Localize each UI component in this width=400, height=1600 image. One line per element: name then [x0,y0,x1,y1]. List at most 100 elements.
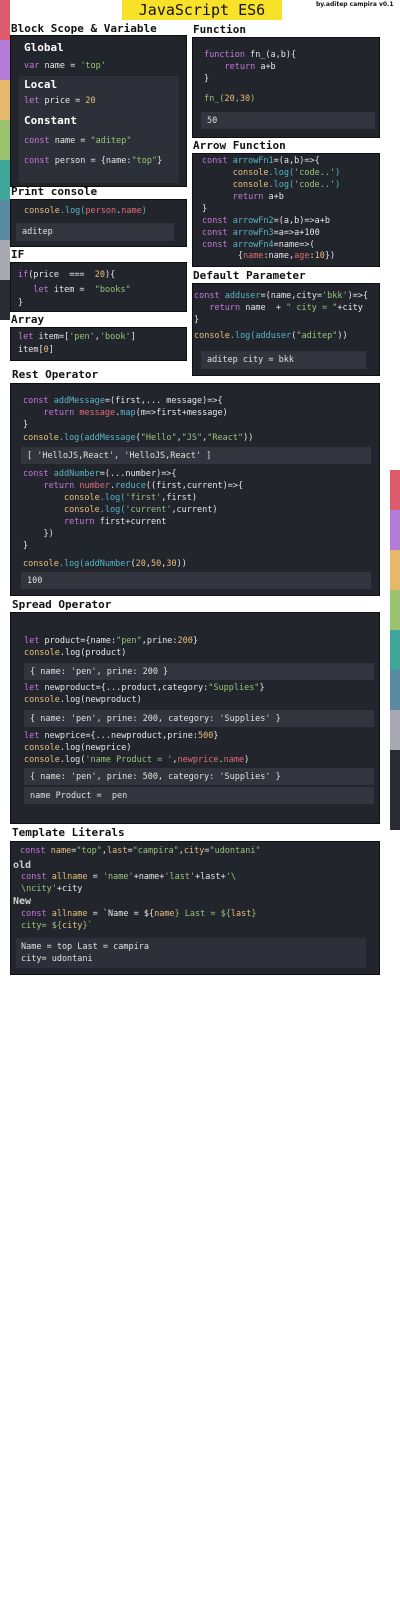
strip-segment [0,200,10,240]
default-param-line-2: return name + " city = "+city [209,303,363,313]
local-label: Local [24,78,58,91]
strip-segment [0,0,10,40]
section-heading-block-scope: Block Scope & Variable [11,22,157,35]
arrow-line-9: {name:name,age:10}) [202,251,336,261]
rest-output-1: [ 'HelloJS,React', 'HelloJS,React' ] [21,447,371,464]
rest-line-8: console.log('current',current) [63,505,218,515]
strip-segment [390,710,400,750]
spread-line-7: console.log('name Product = ',newprice.n… [24,755,250,765]
rest-line-3: } [23,420,29,430]
default-param-line-4: console.log(adduser("aditep")) [194,331,348,341]
template-line-2: const allname = 'name'+name+'last'+last+… [21,872,237,882]
strip-segment [390,630,400,670]
default-param-line-3: } [194,315,200,325]
section-heading-spread-operator: Spread Operator [12,598,112,611]
arrow-line-7: const arrowFn3=a=>a+100 [202,228,320,238]
arrow-line-2: console.log('code..') [232,168,341,178]
strip-segment [0,80,10,120]
section-heading-default-parameter: Default Parameter [193,269,306,282]
section-heading-function: Function [193,23,246,36]
array-line-2: item[0] [18,345,54,355]
section-heading-array: Array [11,313,45,326]
arrow-line-5: } [202,204,208,214]
arrow-line-1: const arrowFn1=(a,b)=>{ [202,156,320,166]
arrow-function-panel: const arrowFn1=(a,b)=>{ console.log('cod… [192,153,380,267]
spread-output-2: { name: 'pen', prine: 200, category: 'Su… [24,710,374,727]
default-parameter-panel: const adduser=(name,city='bkk')=>{ retur… [192,283,380,376]
function-line-3: } [204,74,210,84]
rest-line-10: }) [23,529,54,539]
global-code-line: var name = 'top' [24,61,106,71]
spread-line-3: let newproduct={...product,category:"Sup… [24,683,265,693]
spread-operator-panel: let product={name:"pen",prine:200} conso… [10,612,380,824]
template-output-1: Name = top Last = campira [21,942,149,952]
template-line-5: city= ${city}` [21,921,93,931]
rest-line-5: const addNumber=(...number)=>{ [23,469,177,479]
template-literals-panel: const name="top",last="campira",city="ud… [10,841,380,975]
spread-line-6: console.log(newprice) [24,743,132,753]
print-console-panel: console.log(person.name) aditep [10,199,187,247]
array-panel: let item=['pen','book'] item[0] [10,327,187,361]
spread-line-2: console.log(product) [24,648,127,658]
template-line-4: const allname = `Name = ${name} Last = $… [21,909,257,919]
if-line-2: let item = "books" [33,285,131,295]
template-line-3: \ncity'+city [21,884,83,894]
arrow-line-6: const arrowFn2=(a,b)=>a+b [202,216,330,226]
rest-operator-panel: const addMessage=(first,... message)=>{ … [10,383,380,596]
rest-output-2: 100 [21,572,371,589]
template-output-2: city= udontani [21,954,93,964]
function-line-2: return a+b [224,62,276,72]
byline: by.aditep campira v0.1 [316,1,394,8]
spread-output-4: name Product = pen [24,787,374,804]
const-name-line: const name = "aditep" [24,136,132,146]
block-scope-panel: Global var name = 'top' Local let price … [10,35,187,187]
old-label: old [13,860,32,871]
section-heading-template-literals: Template Literals [12,826,125,839]
const-person-line: const person = {name:"top"} [24,156,163,166]
section-heading-arrow-function: Arrow Function [193,139,286,152]
page-title: JavaScript ES6 [122,0,282,20]
function-call-line: fn_(20,30) [204,94,256,104]
function-output: 50 [201,112,375,129]
strip-segment [390,590,400,630]
default-param-output: aditep city = bkk [201,351,366,369]
strip-segment [390,510,400,550]
global-label: Global [24,41,64,54]
local-code-line: let price = 20 [24,96,96,106]
arrow-line-3: console.log('code..') [232,180,341,190]
strip-segment [0,120,10,160]
default-param-line-1: const adduser=(name,city='bkk')=>{ [194,291,369,301]
if-panel: if(price === 20){ let item = "books" } [10,262,187,312]
strip-segment [0,160,10,200]
if-line-3: } [18,298,24,308]
arrow-line-4: return a+b [232,192,284,202]
spread-line-4: console.log(newproduct) [24,695,142,705]
section-heading-if: IF [11,248,25,261]
rest-line-12: console.log(addNumber(20,50,30)) [23,559,187,569]
spread-line-5: let newprice={...newproduct,prine:500} [24,731,219,741]
strip-segment [0,40,10,80]
strip-segment [390,670,400,710]
strip-segment [390,470,400,510]
rest-line-4: console.log(addMessage("Hello","JS","Rea… [23,433,254,443]
strip-segment [0,280,10,320]
strip-segment [390,550,400,590]
spread-output-3: { name: 'pen', prine: 500, category: 'Su… [24,768,374,785]
rest-line-2: return message.map(m=>first+message) [43,408,228,418]
template-line-1: const name="top",last="campira",city="ud… [20,846,261,856]
spread-line-1: let product={name:"pen",prine:200} [24,636,199,646]
constant-label: Constant [24,114,77,127]
strip-segment [0,240,10,280]
rest-line-1: const addMessage=(first,... message)=>{ [23,396,223,406]
strip-segment [390,750,400,830]
rest-line-6: return number.reduce((first,current)=>{ [43,481,244,491]
section-heading-rest-operator: Rest Operator [12,368,99,381]
console-log-line: console.log(person.name) [24,206,147,216]
console-output: aditep [16,223,174,241]
function-line-1: function fn_(a,b){ [204,50,297,60]
new-label: New [13,896,32,907]
rest-line-7: console.log('first',first) [63,493,198,503]
rest-line-11: } [23,541,29,551]
rest-line-9: return first+current [63,517,167,527]
section-heading-print-console: Print console [11,185,98,198]
